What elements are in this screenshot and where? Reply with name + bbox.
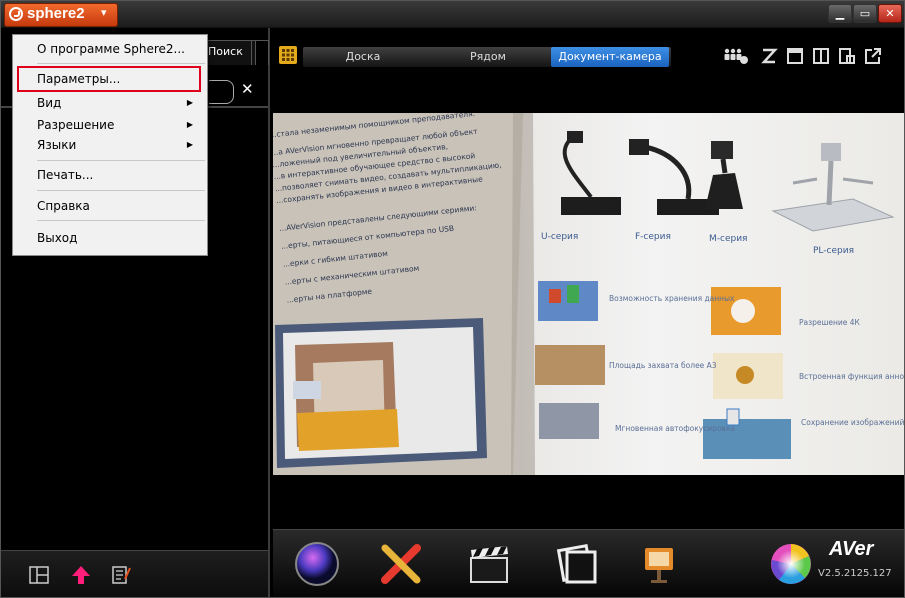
bottom-dock: AVer V2.5.2125.127 <box>273 529 904 597</box>
series-label-m: M-серия <box>709 234 747 244</box>
menu-item-view[interactable]: Вид ▶ <box>13 93 207 113</box>
left-bottom-toolbar <box>1 550 268 597</box>
clapperboard-icon[interactable] <box>465 540 513 588</box>
series-label-pl: PL-серия <box>813 246 854 256</box>
menu-item-languages[interactable]: Языки ▶ <box>13 135 207 155</box>
tab-document-camera[interactable]: Документ-камера <box>551 47 669 67</box>
app-name: sphere2 <box>27 5 85 22</box>
photos-icon[interactable] <box>553 540 601 588</box>
menu-item-help[interactable]: Справка <box>13 196 207 216</box>
tab-separator <box>251 40 269 65</box>
grid-menu-icon[interactable] <box>279 46 297 64</box>
external-window-icon[interactable] <box>864 47 882 65</box>
minimize-button[interactable]: ▁ <box>828 4 852 23</box>
camera-lens-icon[interactable] <box>293 540 341 588</box>
menu-item-about[interactable]: О программе Sphere2... <box>13 39 207 59</box>
chevron-down-icon: ▾ <box>101 6 107 19</box>
mode-tabs: Доска Рядом Документ-камера <box>303 47 671 67</box>
capture-icon[interactable] <box>838 47 856 65</box>
series-label-f: F-серия <box>635 232 671 242</box>
app-menu-button[interactable]: sphere2 ▾ <box>4 3 118 27</box>
aver-logo: AVer <box>829 538 874 560</box>
window-icon[interactable] <box>786 47 804 65</box>
series-label-u: U-серия <box>541 232 578 242</box>
tools-icon[interactable] <box>377 540 425 588</box>
zoom-z-icon[interactable] <box>760 47 778 65</box>
top-toolbar: Доска Рядом Документ-камера <box>271 42 904 72</box>
menu-item-print[interactable]: Печать... <box>13 165 207 185</box>
edit-list-icon[interactable] <box>111 565 131 585</box>
title-bar: sphere2 ▾ ▁ ▭ ✕ <box>1 1 904 28</box>
submenu-arrow-icon: ▶ <box>186 120 193 129</box>
menu-separator <box>37 220 205 221</box>
menu-separator <box>37 160 205 161</box>
feature-capture-area: Площадь захвата более А3 <box>609 361 717 370</box>
feature-autofocus: Мгновенная автофокусировка <box>615 424 735 433</box>
split-view-icon[interactable] <box>29 565 49 585</box>
camera-feed-image: ...стала незаменимым помощником преподав… <box>273 113 904 475</box>
submenu-arrow-icon: ▶ <box>186 98 193 107</box>
app-window: sphere2 ▾ ▁ ▭ ✕ Поиск ✕ Доска Рядом Доку… <box>0 0 905 598</box>
app-dropdown-menu: О программе Sphere2... Параметры... Вид ▶… <box>12 34 208 256</box>
menu-item-resolution[interactable]: Разрешение ▶ <box>13 115 207 135</box>
feature-4k: Разрешение 4К <box>799 318 861 327</box>
tab-side-by-side[interactable]: Рядом <box>443 47 533 67</box>
feature-annotations: Встроенная функция аннотаций <box>799 372 904 381</box>
menu-item-exit[interactable]: Выход <box>13 228 207 248</box>
menu-separator <box>37 190 205 191</box>
camera-view[interactable]: ...стала незаменимым помощником преподав… <box>273 74 904 529</box>
product-devices <box>561 131 895 232</box>
submenu-arrow-icon: ▶ <box>186 140 193 149</box>
restore-button[interactable]: ▭ <box>853 4 877 23</box>
app-version: V2.5.2125.127 <box>818 568 892 579</box>
close-button[interactable]: ✕ <box>878 4 902 23</box>
tab-board[interactable]: Доска <box>323 47 403 67</box>
color-wheel-icon[interactable] <box>767 540 815 588</box>
settings-highlight-box <box>17 66 201 92</box>
clear-search-button[interactable]: ✕ <box>241 80 254 98</box>
menu-separator <box>37 63 205 64</box>
presentation-icon[interactable] <box>635 540 683 588</box>
search-input[interactable] <box>209 80 234 104</box>
people-share-icon[interactable] <box>723 47 749 65</box>
upload-arrow-icon[interactable] <box>71 565 91 585</box>
feature-usb-sdhc: Сохранение изображений и видео на USB ил… <box>801 418 904 427</box>
panel-layout-icon[interactable] <box>812 47 830 65</box>
doc-screenshot-picture <box>275 318 487 468</box>
feature-storage: Возможность хранения данных <box>609 294 735 303</box>
sphere-logo-icon <box>9 7 23 21</box>
tab-search[interactable]: Поиск <box>203 40 256 65</box>
